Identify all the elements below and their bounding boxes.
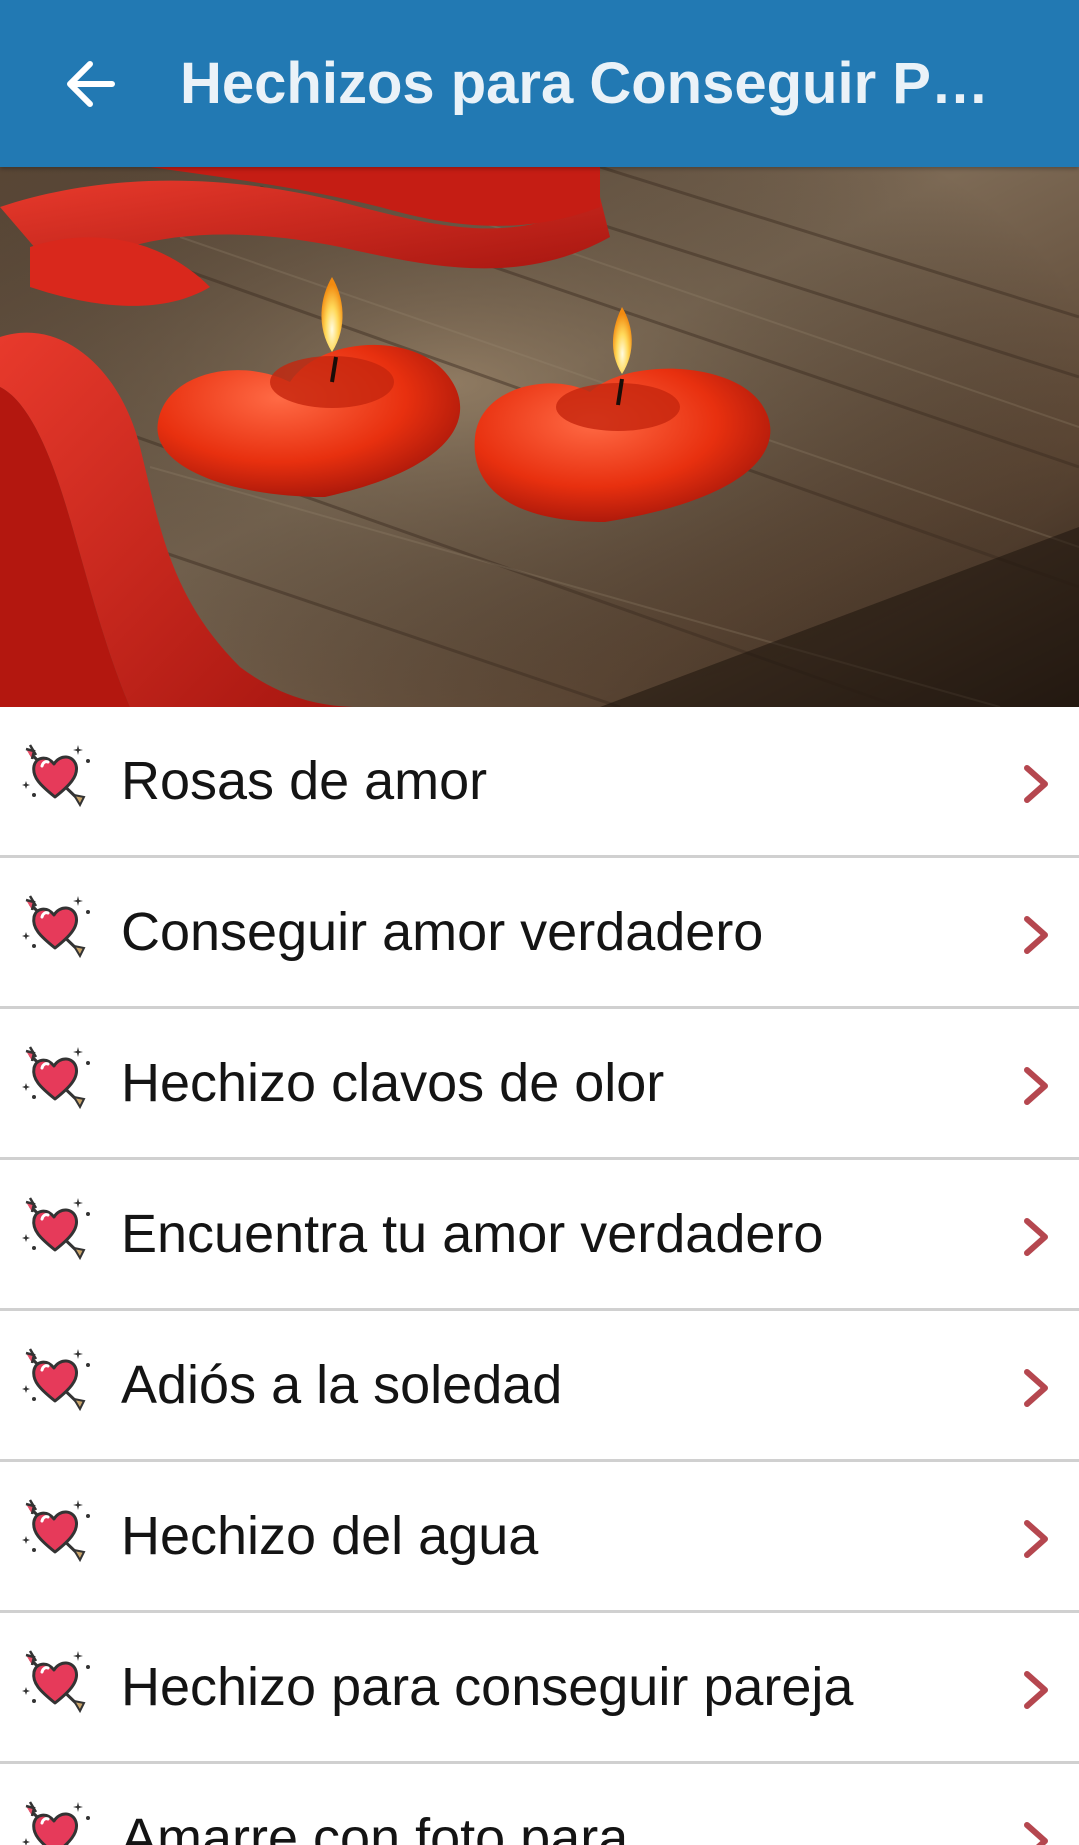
chevron-right-icon xyxy=(1021,1215,1051,1259)
list-item[interactable]: Hechizo clavos de olor xyxy=(0,1009,1079,1160)
arrow-left-icon xyxy=(67,61,115,107)
heart-arrow-icon xyxy=(18,1645,92,1715)
chevron-right-icon xyxy=(1021,1517,1051,1561)
chevron-right-icon xyxy=(1021,1668,1051,1712)
list-item-label: Hechizo del agua xyxy=(121,1506,539,1566)
list-item[interactable]: Amarre con foto para xyxy=(0,1764,1079,1845)
list-item-label: Rosas de amor xyxy=(121,751,488,811)
list-item-label: Hechizo clavos de olor xyxy=(121,1053,665,1113)
list-item[interactable]: Encuentra tu amor verdadero xyxy=(0,1160,1079,1311)
list-item[interactable]: Rosas de amor xyxy=(0,707,1079,858)
app-screen: Hechizos para Conseguir Par… Rosas de am… xyxy=(0,0,1079,1845)
page-title: Hechizos para Conseguir Par… xyxy=(180,51,1000,116)
heart-arrow-icon xyxy=(18,890,92,960)
heart-arrow-icon xyxy=(18,1494,92,1564)
heart-arrow-icon xyxy=(18,1041,92,1111)
heart-arrow-icon xyxy=(18,1192,92,1262)
list-item-label: Conseguir amor verdadero xyxy=(121,902,764,962)
hero-image xyxy=(0,167,1079,707)
chevron-right-icon xyxy=(1021,762,1051,806)
list-item[interactable]: Hechizo para conseguir pareja xyxy=(0,1613,1079,1764)
app-toolbar: Hechizos para Conseguir Par… xyxy=(0,0,1079,167)
spell-list: Rosas de amor Conseguir amor verdadero Hec… xyxy=(0,707,1079,1845)
list-item[interactable]: Adiós a la soledad xyxy=(0,1311,1079,1462)
chevron-right-icon xyxy=(1021,1366,1051,1410)
heart-arrow-icon xyxy=(18,1796,92,1845)
back-button[interactable] xyxy=(40,34,140,134)
heart-arrow-icon xyxy=(18,1343,92,1413)
chevron-right-icon xyxy=(1021,913,1051,957)
list-item-label: Amarre con foto para xyxy=(121,1808,629,1845)
list-item[interactable]: Conseguir amor verdadero xyxy=(0,858,1079,1009)
chevron-right-icon xyxy=(1021,1064,1051,1108)
heart-arrow-icon xyxy=(18,739,92,809)
chevron-right-icon xyxy=(1021,1819,1051,1845)
list-item-label: Adiós a la soledad xyxy=(121,1355,563,1415)
list-item-label: Hechizo para conseguir pareja xyxy=(121,1657,854,1717)
list-item[interactable]: Hechizo del agua xyxy=(0,1462,1079,1613)
list-item-label: Encuentra tu amor verdadero xyxy=(121,1204,824,1264)
